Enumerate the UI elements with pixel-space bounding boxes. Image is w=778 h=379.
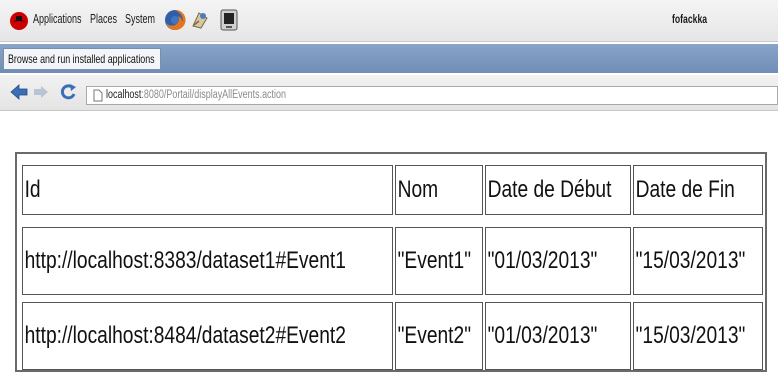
header-cell-nom: Nom [395, 165, 483, 215]
user-name[interactable]: fofackka [672, 12, 707, 26]
table-cell-date-fin: "15/03/2013" [633, 302, 763, 370]
header-id-label: Id [24, 176, 41, 203]
events-table: Id Nom Date de Début Date de Fin http://… [15, 152, 767, 372]
url-path: :8080/Portail/displayAllEvents.action [141, 89, 287, 101]
url-bar[interactable]: localhost:8080/Portail/displayAllEvents.… [86, 86, 778, 105]
header-date-debut-label: Date de Début [487, 176, 612, 203]
cell-text: "15/03/2013" [635, 322, 746, 349]
header-cell-id: Id [22, 165, 393, 215]
red-hat-logo-icon[interactable] [9, 11, 29, 31]
terminal-icon[interactable] [220, 9, 238, 31]
applications-menu[interactable]: Applications [33, 12, 82, 26]
header-date-fin-label: Date de Fin [635, 176, 735, 203]
forward-arrow-icon[interactable] [33, 85, 49, 99]
tooltip-text: Browse and run installed applications [8, 52, 155, 66]
table-cell-date-debut: "01/03/2013" [485, 227, 631, 295]
cell-text: "Event2" [397, 322, 472, 349]
cell-text: http://localhost:8484/dataset2#Event2 [24, 322, 346, 349]
top-panel: Applications Places System fofackka [0, 0, 778, 42]
cell-text: "Event1" [397, 247, 472, 274]
url-text[interactable]: localhost:8080/Portail/displayAllEvents.… [106, 87, 286, 104]
url-host: localhost [106, 89, 142, 101]
cell-text: http://localhost:8383/dataset1#Event1 [24, 247, 346, 274]
back-arrow-icon[interactable] [10, 84, 28, 100]
header-cell-date-fin: Date de Fin [633, 165, 763, 215]
table-cell-date-fin: "15/03/2013" [633, 227, 763, 295]
cell-text: "01/03/2013" [487, 322, 598, 349]
table-cell-id: http://localhost:8484/dataset2#Event2 [22, 302, 393, 370]
table-cell-nom: "Event1" [395, 227, 483, 295]
cell-text: "01/03/2013" [487, 247, 598, 274]
places-menu[interactable]: Places [90, 12, 117, 26]
table-cell-id: http://localhost:8383/dataset1#Event1 [22, 227, 393, 295]
firefox-icon[interactable] [164, 9, 186, 31]
page-icon [93, 89, 103, 102]
applications-tooltip: Browse and run installed applications [3, 48, 161, 70]
cell-text: "15/03/2013" [635, 247, 746, 274]
system-menu[interactable]: System [125, 12, 155, 26]
table-cell-date-debut: "01/03/2013" [485, 302, 631, 370]
header-nom-label: Nom [397, 176, 439, 203]
reload-icon[interactable] [59, 82, 77, 102]
table-cell-nom: "Event2" [395, 302, 483, 370]
launcher-icon[interactable] [189, 9, 211, 31]
header-cell-date-debut: Date de Début [485, 165, 631, 215]
